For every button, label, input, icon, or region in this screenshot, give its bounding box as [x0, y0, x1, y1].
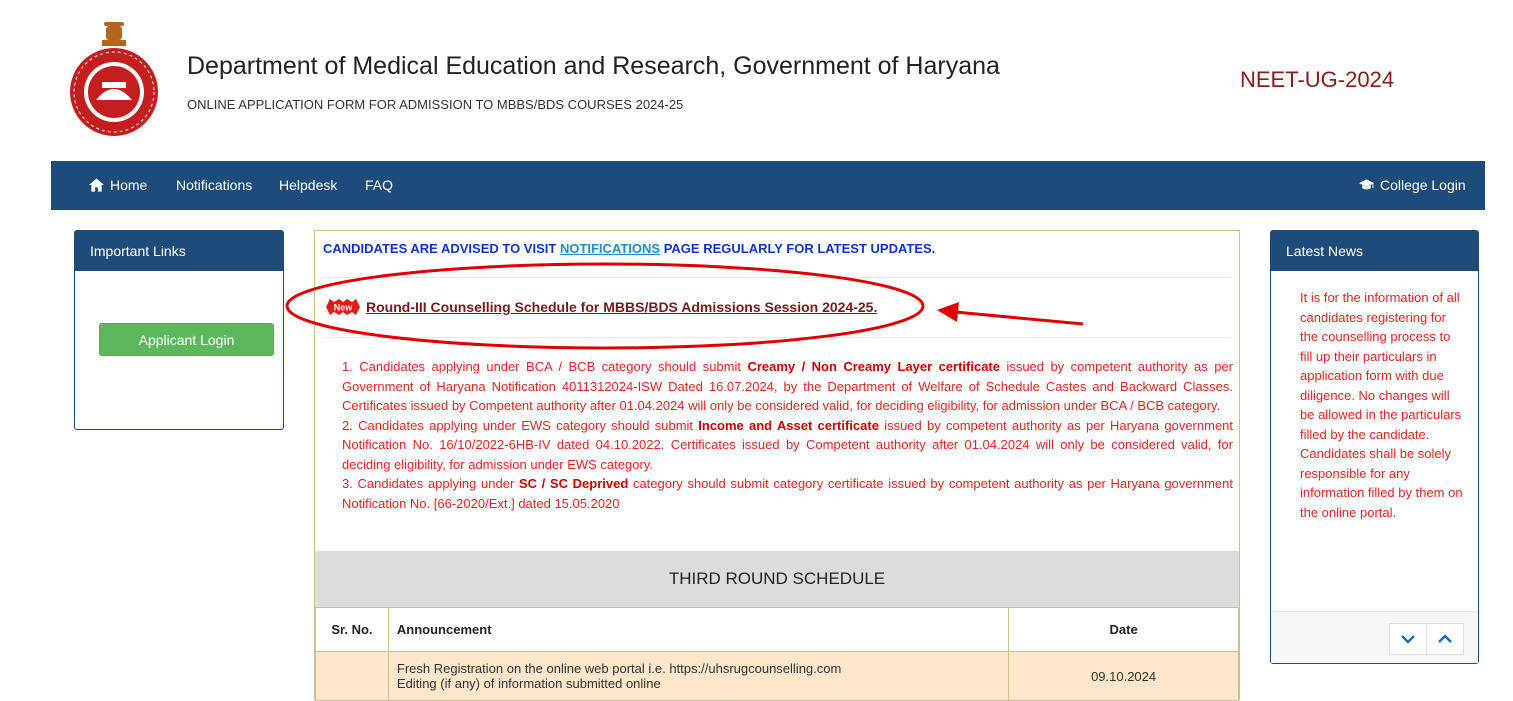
new-badge-icon: New [326, 299, 360, 315]
advisory-text: CANDIDATES ARE ADVISED TO VISIT NOTIFICA… [323, 241, 935, 256]
home-icon [89, 178, 104, 192]
news-item: New Round-III Counselling Schedule for M… [326, 299, 877, 315]
applicant-login-button[interactable]: Applicant Login [99, 323, 274, 356]
table-cell-date: 09.10.2024 [1008, 651, 1239, 701]
nav-helpdesk[interactable]: Helpdesk [279, 177, 337, 193]
site-header: Department of Medical Education and Rese… [0, 0, 1513, 160]
notifications-link[interactable]: NOTIFICATIONS [560, 241, 660, 256]
divider [323, 277, 1231, 278]
nav-home-label: Home [110, 177, 148, 193]
new-badge-label: New [334, 303, 354, 313]
exam-label: NEET-UG-2024 [1240, 67, 1395, 92]
nav-notifications[interactable]: Notifications [176, 177, 252, 193]
note-text: Candidates applying under [357, 476, 519, 491]
note-number: 2. [342, 417, 353, 433]
table-cell-sr [315, 651, 389, 701]
note-highlight: SC / SC Deprived [518, 476, 629, 491]
note-highlight: Creamy / Non Creamy Layer certificate [747, 359, 1000, 374]
scroll-up-button[interactable] [1426, 623, 1464, 655]
important-links-title: Important Links [75, 231, 283, 271]
column-header: Date [1008, 607, 1239, 652]
note-text: Candidates applying under EWS category s… [358, 417, 699, 433]
column-header: Announcement [387, 607, 1010, 652]
latest-news-panel: Latest News It is for the information of… [1270, 230, 1479, 664]
main-content: CANDIDATES ARE ADVISED TO VISIT NOTIFICA… [314, 230, 1240, 701]
nav-faq[interactable]: FAQ [365, 177, 393, 193]
note-text: Candidates applying under BCA / BCB cate… [359, 359, 748, 374]
table-cell-announcement: Fresh Registration on the online web por… [387, 651, 1010, 701]
page-title: Department of Medical Education and Rese… [187, 52, 1000, 80]
table-row: Fresh Registration on the online web por… [315, 651, 1239, 701]
advisory-suffix: PAGE REGULARLY FOR LATEST UPDATES. [663, 241, 936, 256]
schedule-table: Sr. No. Announcement Date Fresh Registra… [315, 607, 1239, 701]
news-scroll-controls [1271, 611, 1478, 663]
list-item: 3. Candidates applying under SC / SC Dep… [342, 474, 1233, 513]
important-links-panel: Important Links Applicant Login [74, 230, 284, 430]
announcement-line: Editing (if any) of information submitte… [396, 676, 661, 691]
announcement-line: Fresh Registration on the online web por… [396, 661, 842, 676]
nav-college-login[interactable]: College Login [1359, 177, 1466, 193]
note-number: 3. [342, 476, 353, 491]
haryana-emblem-icon [70, 22, 158, 136]
note-highlight: Income and Asset certificate [698, 417, 879, 433]
round-three-schedule-link[interactable]: Round-III Counselling Schedule for MBBS/… [366, 299, 877, 315]
chevron-down-icon [1401, 635, 1415, 644]
notes-list: 1. Candidates applying under BCA / BCB c… [342, 357, 1233, 513]
schedule-title: THIRD ROUND SCHEDULE [315, 551, 1239, 607]
latest-news-text: It is for the information of all candida… [1300, 290, 1463, 520]
page-subtitle: ONLINE APPLICATION FORM FOR ADMISSION TO… [187, 97, 684, 112]
list-item: 1. Candidates applying under BCA / BCB c… [342, 357, 1233, 416]
advisory-prefix: CANDIDATES ARE ADVISED TO VISIT [323, 241, 557, 256]
chevron-up-icon [1438, 634, 1452, 643]
graduation-cap-icon [1359, 179, 1374, 190]
column-header: Sr. No. [315, 607, 389, 652]
table-header-row: Sr. No. Announcement Date [315, 607, 1239, 652]
main-navbar: Home Notifications Helpdesk FAQ College … [51, 161, 1485, 210]
scroll-down-button[interactable] [1389, 623, 1427, 655]
divider [323, 337, 1231, 338]
note-number: 1. [342, 359, 353, 374]
nav-college-login-label: College Login [1380, 177, 1466, 193]
latest-news-title: Latest News [1271, 231, 1478, 271]
list-item: 2. Candidates applying under EWS categor… [342, 416, 1233, 475]
nav-home[interactable]: Home [89, 177, 147, 193]
